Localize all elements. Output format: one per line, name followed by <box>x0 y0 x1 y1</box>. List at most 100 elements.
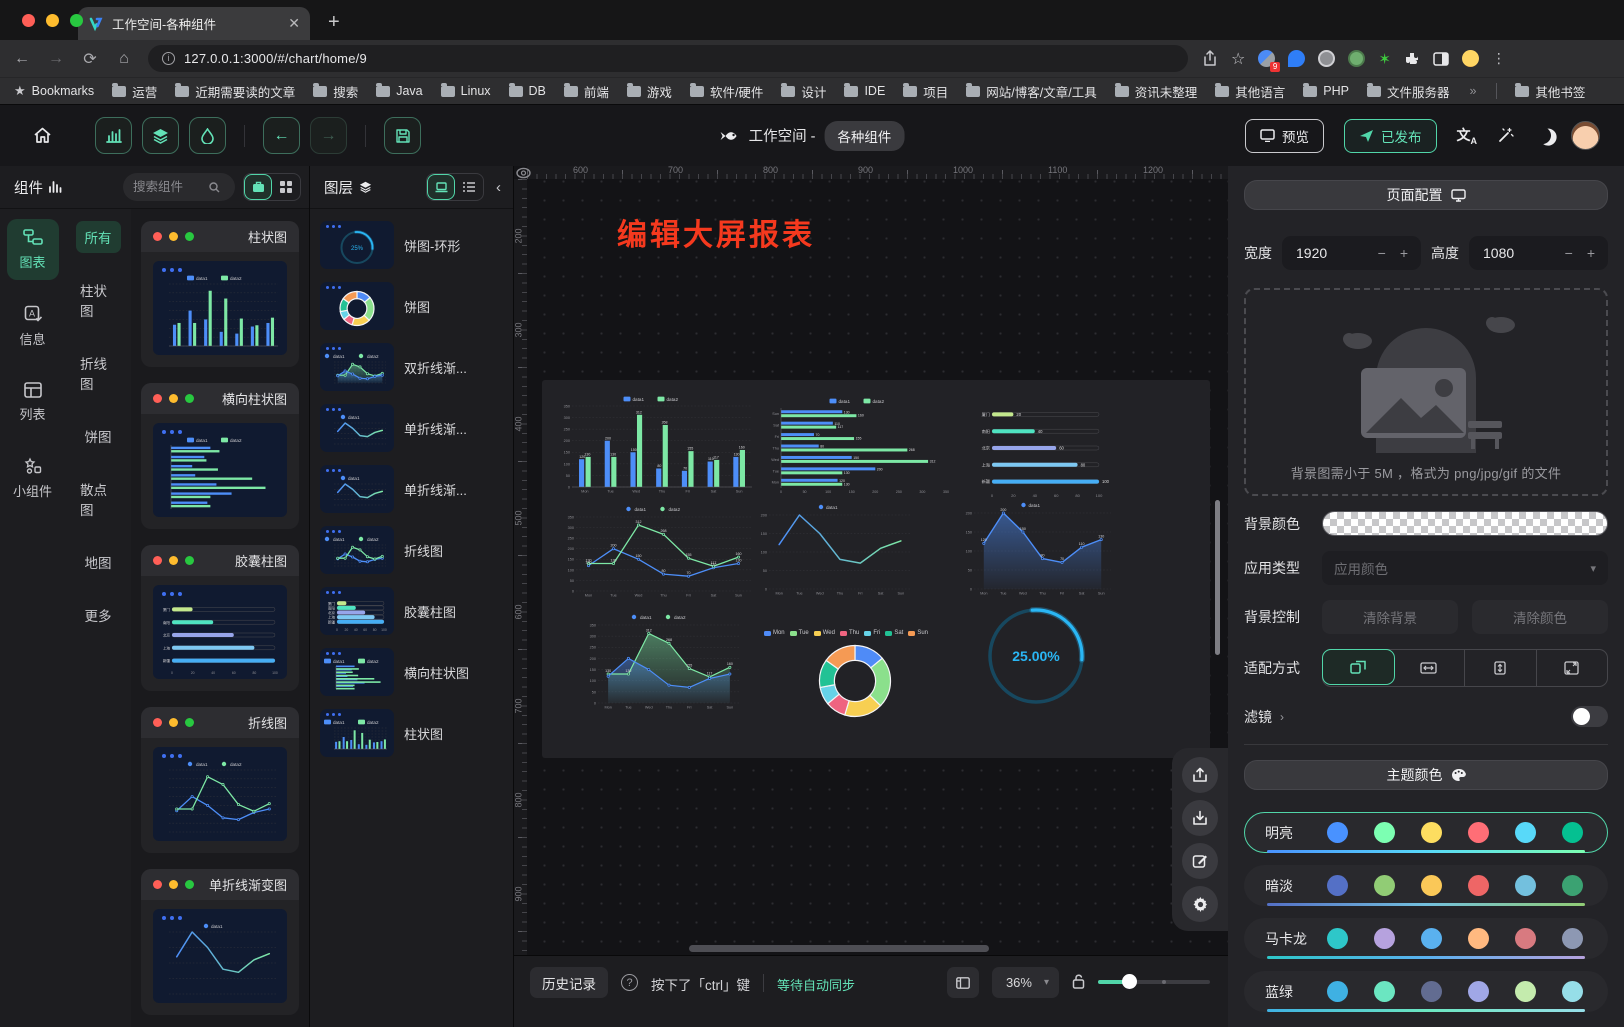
fit-height-button[interactable] <box>1465 650 1537 686</box>
bookmark-item[interactable]: 项目 <box>903 82 948 101</box>
filter-toggle[interactable] <box>1571 706 1608 727</box>
collapse-panel-chevron[interactable]: ‹ <box>492 179 505 196</box>
bookmark-item[interactable]: 软件/硬件 <box>690 82 763 101</box>
thumbnail-view-toggle[interactable] <box>427 174 455 200</box>
sidebar-toggle-icon[interactable] <box>1433 52 1449 66</box>
sidebar-item-图表[interactable]: 图表 <box>7 219 59 280</box>
search-input[interactable] <box>133 180 203 194</box>
profile-avatar-icon[interactable] <box>1462 50 1479 67</box>
pie-legend-item[interactable]: Tue <box>790 630 809 636</box>
theme-row[interactable]: 蓝绿 <box>1244 971 1608 1012</box>
site-info-icon[interactable]: i <box>162 52 175 65</box>
bookmark-item[interactable]: 设计 <box>781 82 826 101</box>
theme-row[interactable]: 暗淡 <box>1244 865 1608 906</box>
zoom-slider[interactable] <box>1098 980 1210 984</box>
clear-color-button[interactable]: 清除颜色 <box>1472 600 1608 634</box>
settings-gear-button[interactable] <box>1182 886 1218 922</box>
layer-item[interactable]: 25% 饼图-环形 <box>318 219 505 271</box>
category-item[interactable]: 所有 <box>76 221 121 253</box>
category-item[interactable]: 柱状图 <box>71 274 125 326</box>
theme-color-header[interactable]: 主题颜色 <box>1244 760 1608 790</box>
fit-width-button[interactable] <box>1394 650 1466 686</box>
bookmark-item[interactable]: Java <box>376 82 422 101</box>
bookmark-item[interactable]: 文件服务器 <box>1367 82 1450 101</box>
back-button[interactable]: ← <box>12 50 32 68</box>
preview-button[interactable]: 预览 <box>1245 119 1324 153</box>
help-icon[interactable]: ? <box>621 974 638 991</box>
bookmark-item[interactable]: 其他语言 <box>1215 82 1285 101</box>
bookmark-item[interactable]: 游戏 <box>627 82 672 101</box>
component-card[interactable]: 横向柱状图 data1data2 <box>141 383 299 529</box>
sidebar-item-小组件[interactable]: 小组件 <box>7 448 59 509</box>
dashboard-title-text[interactable]: 编辑大屏报表 <box>617 210 815 254</box>
height-increment[interactable]: + <box>1584 245 1598 261</box>
save-button[interactable] <box>384 117 421 154</box>
layer-item[interactable]: data1data2 柱状图 <box>318 707 505 759</box>
reload-button[interactable]: ⟳ <box>80 49 100 69</box>
bookmark-star-icon[interactable]: ☆ <box>1231 49 1245 69</box>
bookmark-item[interactable]: 运营 <box>112 82 157 101</box>
layers-tool-button[interactable] <box>142 117 179 154</box>
horizontal-bar-chart[interactable]: Mon120130Tue200130Wed150312Thu80268Fri70… <box>765 396 960 496</box>
window-controls[interactable] <box>22 14 83 27</box>
page-config-header[interactable]: 页面配置 <box>1244 180 1608 210</box>
user-avatar[interactable] <box>1571 121 1600 150</box>
bookmarks-root[interactable]: ★ Bookmarks <box>14 83 94 99</box>
tab-close-icon[interactable]: ✕ <box>288 15 300 32</box>
horizontal-scrollbar[interactable] <box>689 945 989 952</box>
pie-legend-item[interactable]: Wed <box>814 630 835 636</box>
capsule-chart[interactable]: 厦门20南阳40北京60上海80新疆100020406080100 <box>975 398 1115 502</box>
home-icon-button[interactable] <box>24 117 61 154</box>
language-icon[interactable]: 文A <box>1457 125 1478 146</box>
home-button[interactable]: ⌂ <box>114 50 134 68</box>
layer-item[interactable]: data1 单折线渐... <box>318 402 505 454</box>
theme-row[interactable]: 马卡龙 <box>1244 918 1608 959</box>
bg-color-swatch[interactable] <box>1322 511 1608 536</box>
browser-tab[interactable]: 工作空间-各种组件 ✕ <box>78 7 310 40</box>
bookmark-item[interactable]: 搜索 <box>313 82 358 101</box>
layer-item[interactable]: data1data2 横向柱状图 <box>318 646 505 698</box>
extension-star-icon[interactable]: ✶ <box>1378 50 1391 68</box>
publish-button[interactable]: 已发布 <box>1344 119 1437 153</box>
bookmark-item[interactable]: Linux <box>441 82 491 101</box>
grid-view-toggle[interactable] <box>272 174 300 200</box>
sidebar-item-信息[interactable]: A 信息 <box>7 296 59 357</box>
bookmark-item[interactable]: 资讯未整理 <box>1115 82 1198 101</box>
background-upload-dropzone[interactable]: 背景图需小于 5M ，格式为 png/jpg/gif 的文件 <box>1244 288 1608 496</box>
bookmark-item[interactable]: IDE <box>844 82 885 101</box>
component-card[interactable]: 单折线渐变图 data1 <box>141 869 299 1015</box>
layer-item[interactable]: data1 单折线渐... <box>318 463 505 515</box>
project-name-badge[interactable]: 各种组件 <box>824 121 904 151</box>
sidebar-item-列表[interactable]: 列表 <box>7 373 59 432</box>
height-stepper[interactable]: 1080 − + <box>1469 236 1608 270</box>
height-decrement[interactable]: − <box>1562 245 1576 261</box>
pie-legend-item[interactable]: Fri <box>864 630 880 636</box>
component-card[interactable]: 折线图 data1data2 <box>141 707 299 853</box>
dual-line-chart[interactable]: 0501001502002503003501301303122681551171… <box>562 504 755 600</box>
bookmark-item[interactable]: 网站/博客/文章/工具 <box>966 82 1096 101</box>
single-view-toggle[interactable] <box>244 174 272 200</box>
progress-ring-chart[interactable]: 25.00% <box>985 605 1087 707</box>
bookmark-item[interactable]: DB <box>509 82 546 101</box>
list-view-toggle[interactable] <box>455 174 483 200</box>
lock-icon[interactable] <box>1072 974 1085 989</box>
other-bookmarks[interactable]: 其他书签 <box>1515 82 1585 101</box>
component-card[interactable]: 柱状图 data1data2 <box>141 221 299 367</box>
height-value[interactable]: 1080 <box>1483 245 1554 261</box>
search-component-box[interactable] <box>123 173 235 201</box>
dashboard-preview[interactable]: 0501001502002503003501201302001301503128… <box>542 380 1210 758</box>
pie-legend-item[interactable]: Mon <box>764 630 785 636</box>
close-window-button[interactable] <box>22 14 35 27</box>
layer-item[interactable]: data1data2 双折线渐... <box>318 341 505 393</box>
import-button[interactable] <box>1182 800 1218 836</box>
category-item[interactable]: 散点图 <box>71 473 125 525</box>
layer-item[interactable]: data1data2 折线图 <box>318 524 505 576</box>
new-tab-button[interactable]: + <box>328 11 340 40</box>
bookmarks-overflow-chevron[interactable]: » <box>1467 84 1478 98</box>
pie-legend-item[interactable]: Sun <box>908 630 928 636</box>
extension-circle-icon[interactable] <box>1318 50 1335 67</box>
zoom-select[interactable]: 36% ▾ <box>992 967 1059 998</box>
filter-drop-tool-button[interactable] <box>189 117 226 154</box>
pie-donut-chart[interactable] <box>818 644 892 718</box>
pie-legend-item[interactable]: Thu <box>840 630 859 636</box>
